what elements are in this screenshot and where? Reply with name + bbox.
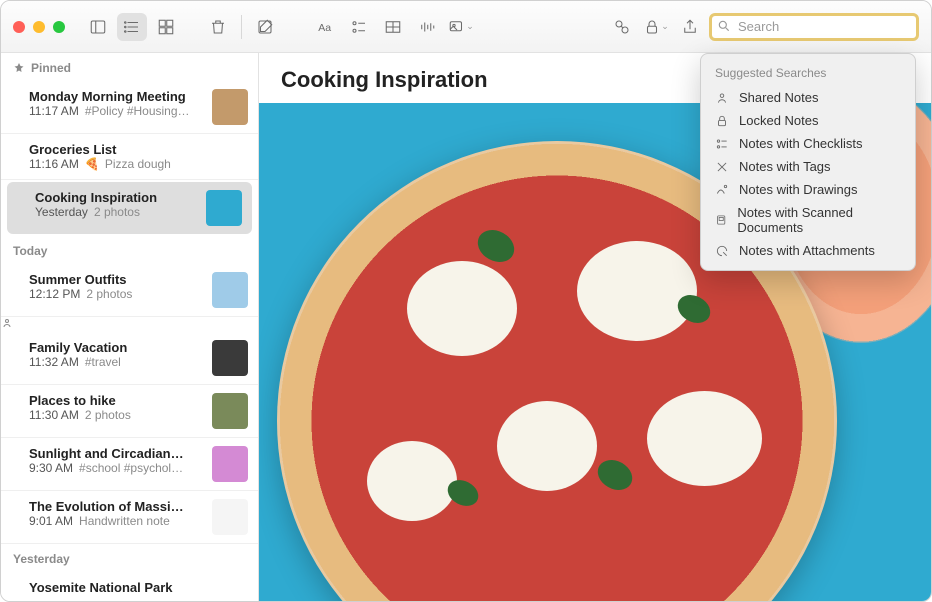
table-button[interactable] [378, 13, 408, 41]
note-list-item[interactable]: Monday Morning Meeting 11:17 AM #Policy #… [1, 81, 258, 134]
note-list-item[interactable]: Family Vacation 11:32 AM #travel [1, 332, 258, 385]
search-icon [717, 19, 731, 38]
window-controls [13, 21, 65, 33]
suggestion-label: Notes with Drawings [739, 182, 858, 197]
svg-text:Aa: Aa [318, 21, 331, 33]
note-thumbnail [212, 272, 248, 308]
today-label: Today [13, 244, 47, 258]
note-list-item[interactable]: Places to hike 11:30 AM 2 photos [1, 385, 258, 438]
notes-window: { "search": { "placeholder": "Search" },… [0, 0, 932, 602]
suggestion-icon [715, 244, 729, 258]
pinned-label: Pinned [31, 61, 71, 75]
suggestion-icon [715, 183, 729, 197]
suggestion-icon [715, 114, 729, 128]
delete-note-button[interactable] [203, 13, 233, 41]
pinned-section-header: Pinned [1, 53, 258, 81]
note-thumbnail [212, 340, 248, 376]
note-item-time: 11:16 AM [29, 157, 79, 171]
yesterday-label: Yesterday [13, 552, 70, 566]
gallery-view-button[interactable] [151, 13, 181, 41]
note-thumbnail [212, 393, 248, 429]
suggested-search-item[interactable]: Notes with Attachments [701, 239, 915, 262]
note-item-meta: Pizza dough [105, 157, 171, 171]
note-item-meta: #Policy #Housing… [85, 104, 190, 118]
checklist-button[interactable] [344, 13, 374, 41]
note-item-time: 12:12 PM [29, 287, 80, 301]
meta-emoji: 🍕 [85, 157, 99, 171]
lock-button[interactable]: ⌄ [641, 13, 671, 41]
note-list-item[interactable]: Cooking Inspiration Yesterday 2 photos [7, 182, 252, 234]
suggestion-icon [715, 213, 727, 227]
note-thumbnail [212, 499, 248, 535]
link-button[interactable] [607, 13, 637, 41]
suggested-search-item[interactable]: Locked Notes [701, 109, 915, 132]
suggested-search-item[interactable]: Notes with Scanned Documents [701, 201, 915, 239]
note-thumbnail [212, 446, 248, 482]
note-list-item[interactable]: The Evolution of Massi… 9:01 AM Handwritt… [1, 491, 258, 544]
note-list-item[interactable]: Yosemite National Park [1, 572, 258, 601]
suggestion-label: Notes with Scanned Documents [737, 205, 901, 235]
note-item-meta: 2 photos [86, 287, 132, 301]
note-item-title: Cooking Inspiration [35, 190, 198, 205]
search-field[interactable] [709, 13, 919, 41]
note-list-item[interactable]: Summer Outfits 12:12 PM 2 photos [1, 264, 258, 317]
popup-header: Suggested Searches [701, 62, 915, 86]
audio-button[interactable] [412, 13, 442, 41]
new-note-button[interactable] [250, 13, 280, 41]
format-button[interactable]: Aa [310, 13, 340, 41]
suggested-search-item[interactable]: Shared Notes [701, 86, 915, 109]
media-button[interactable]: ⌄ [446, 13, 476, 41]
note-item-time: 11:17 AM [29, 104, 79, 118]
note-item-title: Monday Morning Meeting [29, 89, 204, 104]
note-item-time: Yesterday [35, 205, 88, 219]
note-item-title: Sunlight and Circadian… [29, 446, 204, 461]
suggestion-icon [715, 137, 729, 151]
note-item-title: Groceries List [29, 142, 248, 157]
close-window-button[interactable] [13, 21, 25, 33]
toggle-sidebar-button[interactable] [83, 13, 113, 41]
note-item-time: 9:01 AM [29, 514, 73, 528]
note-item-time: 11:30 AM [29, 408, 79, 422]
titlebar: Aa ⌄ ⌄ [1, 1, 931, 53]
list-view-button[interactable] [117, 13, 147, 41]
note-list-item[interactable]: Groceries List 11:16 AM 🍕 Pizza dough [1, 134, 258, 180]
note-item-title: The Evolution of Massi… [29, 499, 204, 514]
note-thumbnail [206, 190, 242, 226]
note-item-meta: #school #psychol… [79, 461, 183, 475]
suggestion-label: Notes with Tags [739, 159, 831, 174]
note-item-title: Places to hike [29, 393, 204, 408]
yesterday-section-header: Yesterday [1, 544, 258, 572]
notes-sidebar[interactable]: Pinned Monday Morning Meeting 11:17 AM #P… [1, 53, 259, 601]
fullscreen-window-button[interactable] [53, 21, 65, 33]
note-item-title: Yosemite National Park [29, 580, 248, 595]
suggested-search-item[interactable]: Notes with Checklists [701, 132, 915, 155]
note-item-meta: 2 photos [85, 408, 131, 422]
suggestion-icon [715, 91, 729, 105]
shared-icon [1, 317, 13, 332]
today-section-header: Today [1, 236, 258, 264]
minimize-window-button[interactable] [33, 21, 45, 33]
search-input[interactable] [709, 13, 919, 41]
note-item-time: 9:30 AM [29, 461, 73, 475]
suggestion-label: Locked Notes [739, 113, 819, 128]
note-item-meta: Handwritten note [79, 514, 170, 528]
note-item-time: 11:32 AM [29, 355, 79, 369]
note-item-title: Summer Outfits [29, 272, 204, 287]
suggestion-label: Notes with Attachments [739, 243, 875, 258]
note-item-meta: 2 photos [94, 205, 140, 219]
note-thumbnail [212, 89, 248, 125]
note-item-title: Family Vacation [29, 340, 204, 355]
suggestion-label: Shared Notes [739, 90, 819, 105]
toolbar-divider [241, 15, 242, 39]
suggested-searches-popup: Suggested Searches Shared Notes Locked N… [700, 53, 916, 271]
share-button[interactable] [675, 13, 705, 41]
suggested-search-item[interactable]: Notes with Tags [701, 155, 915, 178]
note-item-meta: #travel [85, 355, 121, 369]
suggestion-icon [715, 160, 729, 174]
suggestion-label: Notes with Checklists [739, 136, 863, 151]
suggested-search-item[interactable]: Notes with Drawings [701, 178, 915, 201]
note-list-item[interactable]: Sunlight and Circadian… 9:30 AM #school #… [1, 438, 258, 491]
